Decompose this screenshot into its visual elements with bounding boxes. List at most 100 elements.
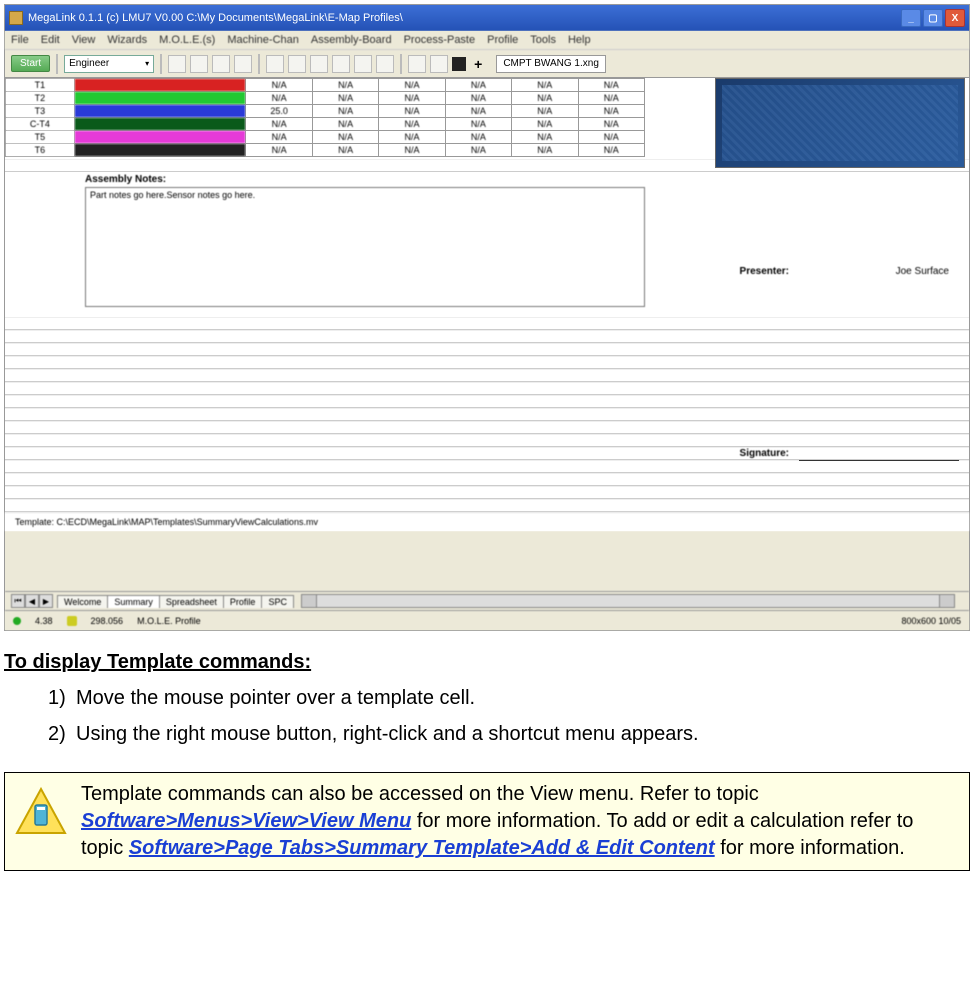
table-row[interactable]: T5N/AN/AN/AN/AN/AN/A xyxy=(6,131,645,144)
menu-wizards[interactable]: Wizards xyxy=(107,34,147,46)
data-cell[interactable]: N/A xyxy=(578,92,645,105)
data-cell[interactable]: N/A xyxy=(312,144,378,157)
data-cell[interactable]: N/A xyxy=(379,79,445,92)
menu-view[interactable]: View xyxy=(72,34,96,46)
toolbar-icon[interactable] xyxy=(234,55,252,73)
data-cell[interactable]: N/A xyxy=(379,144,445,157)
tab-welcome[interactable]: Welcome xyxy=(57,595,108,608)
data-cell[interactable]: N/A xyxy=(445,118,511,131)
row-number: T2 xyxy=(6,92,75,105)
data-cell[interactable]: N/A xyxy=(445,79,511,92)
empty-grid-rows xyxy=(5,317,969,512)
content-area: T1N/AN/AN/AN/AN/AN/AT2N/AN/AN/AN/AN/AN/A… xyxy=(5,78,969,591)
data-cell[interactable]: N/A xyxy=(246,131,312,144)
menu-profile[interactable]: Profile xyxy=(487,34,518,46)
tab-prev-button[interactable]: ◀ xyxy=(25,594,39,608)
tip-warning-icon xyxy=(15,787,67,839)
menu-edit[interactable]: Edit xyxy=(41,34,60,46)
horizontal-scrollbar[interactable] xyxy=(301,594,955,608)
data-cell[interactable]: N/A xyxy=(578,144,645,157)
menu-help[interactable]: Help xyxy=(568,34,591,46)
data-cell[interactable]: N/A xyxy=(445,92,511,105)
data-cell[interactable]: N/A xyxy=(445,131,511,144)
toolbar-icon[interactable] xyxy=(332,55,350,73)
table-row[interactable]: T6N/AN/AN/AN/AN/AN/A xyxy=(6,144,645,157)
data-cell[interactable]: N/A xyxy=(312,92,378,105)
table-row[interactable]: T325.0N/AN/AN/AN/AN/A xyxy=(6,105,645,118)
menu-tools[interactable]: Tools xyxy=(530,34,556,46)
data-cell[interactable]: N/A xyxy=(512,79,578,92)
tab-profile[interactable]: Profile xyxy=(223,595,263,608)
close-button[interactable]: X xyxy=(945,9,965,27)
data-cell[interactable]: N/A xyxy=(445,105,511,118)
data-cell[interactable]: N/A xyxy=(312,79,378,92)
data-cell[interactable]: N/A xyxy=(379,92,445,105)
black-square-icon[interactable] xyxy=(452,57,466,71)
user-combo[interactable]: Engineer xyxy=(64,55,154,73)
table-row[interactable]: C-T4N/AN/AN/AN/AN/AN/A xyxy=(6,118,645,131)
instructions-heading: To display Template commands: xyxy=(4,651,970,674)
status-indicator-green-icon xyxy=(13,617,21,625)
data-cell[interactable]: N/A xyxy=(578,105,645,118)
tab-summary[interactable]: Summary xyxy=(107,595,160,608)
instruction-step-1: 1)Move the mouse pointer over a template… xyxy=(48,682,970,714)
data-cell[interactable]: N/A xyxy=(379,131,445,144)
empty-grid-rows-2 xyxy=(5,531,969,591)
data-cell[interactable]: N/A xyxy=(246,92,312,105)
toolbar-icon[interactable] xyxy=(266,55,284,73)
data-cell[interactable]: N/A xyxy=(379,118,445,131)
row-number: T6 xyxy=(6,144,75,157)
toolbar-icon[interactable] xyxy=(212,55,230,73)
bottom-area: ⏮ ◀ ▶ Welcome Summary Spreadsheet Profil… xyxy=(5,591,969,630)
row-number: C-T4 xyxy=(6,118,75,131)
data-cell[interactable]: N/A xyxy=(445,144,511,157)
data-cell[interactable]: N/A xyxy=(578,131,645,144)
data-cell[interactable]: N/A xyxy=(512,118,578,131)
plus-icon[interactable]: + xyxy=(470,56,486,72)
menu-process[interactable]: Process-Paste xyxy=(404,34,476,46)
toolbar-icon[interactable] xyxy=(354,55,372,73)
assembly-notes-textarea[interactable]: Part notes go here.Sensor notes go here. xyxy=(85,187,645,307)
data-cell[interactable]: N/A xyxy=(512,131,578,144)
presenter-label: Presenter: xyxy=(740,266,789,277)
toolbar-icon[interactable] xyxy=(376,55,394,73)
row-color-swatch xyxy=(74,105,246,118)
data-cell[interactable]: N/A xyxy=(379,105,445,118)
toolbar-icon[interactable] xyxy=(430,55,448,73)
table-row[interactable]: T1N/AN/AN/AN/AN/AN/A xyxy=(6,79,645,92)
minimize-button[interactable]: _ xyxy=(901,9,921,27)
menu-machine[interactable]: Machine-Chan xyxy=(227,34,299,46)
data-cell[interactable]: N/A xyxy=(246,144,312,157)
filename-field[interactable]: CMPT BWANG 1.xng xyxy=(496,55,606,73)
data-cell[interactable]: N/A xyxy=(312,131,378,144)
data-cell[interactable]: N/A xyxy=(512,105,578,118)
data-cell[interactable]: N/A xyxy=(512,144,578,157)
link-add-edit-content[interactable]: Software>Page Tabs>Summary Template>Add … xyxy=(129,837,715,859)
status-resolution: 800x600 10/05 xyxy=(901,616,961,626)
window-buttons: _ ▢ X xyxy=(901,9,965,27)
menu-moles[interactable]: M.O.L.E.(s) xyxy=(159,34,215,46)
link-view-menu[interactable]: Software>Menus>View>View Menu xyxy=(81,810,411,832)
data-cell[interactable]: N/A xyxy=(246,118,312,131)
data-cell[interactable]: N/A xyxy=(578,118,645,131)
data-cell[interactable]: N/A xyxy=(246,79,312,92)
toolbar-icon[interactable] xyxy=(408,55,426,73)
data-cell[interactable]: N/A xyxy=(312,105,378,118)
data-cell[interactable]: 25.0 xyxy=(246,105,312,118)
toolbar-icon[interactable] xyxy=(310,55,328,73)
maximize-button[interactable]: ▢ xyxy=(923,9,943,27)
toolbar-icon[interactable] xyxy=(168,55,186,73)
tab-first-button[interactable]: ⏮ xyxy=(11,594,25,608)
data-cell[interactable]: N/A xyxy=(578,79,645,92)
menu-assembly[interactable]: Assembly-Board xyxy=(311,34,392,46)
tab-spreadsheet[interactable]: Spreadsheet xyxy=(159,595,224,608)
data-cell[interactable]: N/A xyxy=(512,92,578,105)
tab-spc[interactable]: SPC xyxy=(261,595,294,608)
data-cell[interactable]: N/A xyxy=(312,118,378,131)
menu-file[interactable]: File xyxy=(11,34,29,46)
toolbar-icon[interactable] xyxy=(288,55,306,73)
start-button[interactable]: Start xyxy=(11,55,50,72)
tab-next-button[interactable]: ▶ xyxy=(39,594,53,608)
table-row[interactable]: T2N/AN/AN/AN/AN/AN/A xyxy=(6,92,645,105)
toolbar-icon[interactable] xyxy=(190,55,208,73)
